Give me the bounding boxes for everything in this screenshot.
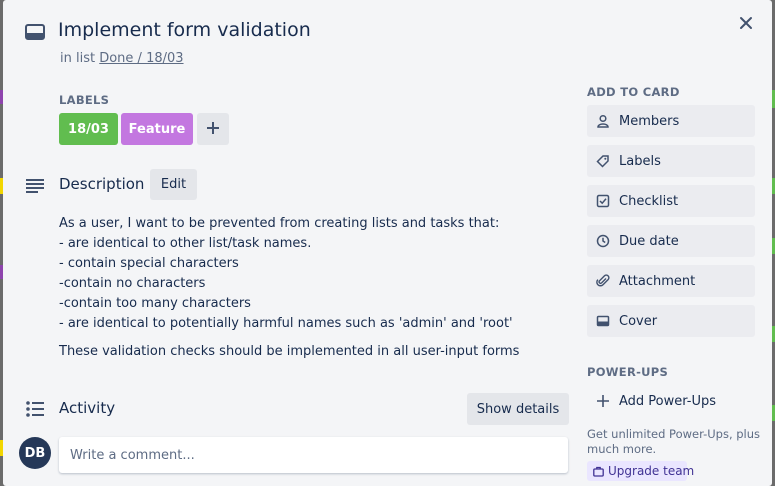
- add-power-ups-button[interactable]: Add Power-Ups: [587, 385, 755, 417]
- power-ups-note: Get unlimited Power-Ups, plus much more.: [587, 427, 761, 456]
- cover-button[interactable]: Cover: [587, 305, 755, 337]
- power-ups-heading: POWER-UPS: [587, 365, 669, 379]
- add-label-button[interactable]: [197, 113, 229, 145]
- description-line: -contain too many characters: [59, 296, 251, 311]
- description-line: -contain no characters: [59, 276, 206, 291]
- attachment-button[interactable]: Attachment: [587, 265, 755, 297]
- description-closing: These validation checks should be implem…: [59, 344, 520, 359]
- close-button[interactable]: [733, 12, 759, 38]
- activity-icon: [24, 398, 46, 420]
- list-prefix: in list: [60, 51, 96, 66]
- upgrade-team-label: Upgrade team: [608, 464, 695, 478]
- members-label: Members: [619, 113, 680, 129]
- attachment-label: Attachment: [619, 273, 696, 289]
- checklist-icon: [596, 194, 610, 208]
- labels-heading: LABELS: [59, 93, 110, 107]
- description-line: - contain special characters: [59, 256, 239, 271]
- members-button[interactable]: Members: [587, 105, 755, 137]
- add-power-ups-label: Add Power-Ups: [619, 393, 717, 409]
- due-date-label: Due date: [619, 233, 679, 249]
- description-body[interactable]: As a user, I want to be prevented from c…: [59, 214, 559, 362]
- description-line: - are identical to potentially harmful n…: [59, 316, 513, 331]
- clock-icon: [596, 234, 610, 248]
- avatar[interactable]: DB: [19, 437, 51, 469]
- show-details-button[interactable]: Show details: [467, 393, 569, 425]
- plus-icon: [206, 120, 220, 139]
- checklist-label: Checklist: [619, 193, 679, 209]
- checklist-button[interactable]: Checklist: [587, 185, 755, 217]
- activity-heading: Activity: [59, 399, 116, 417]
- description-heading: Description: [59, 175, 145, 193]
- add-to-card-heading: ADD TO CARD: [587, 85, 680, 99]
- cover-label: Cover: [619, 313, 658, 329]
- due-date-button[interactable]: Due date: [587, 225, 755, 257]
- edit-description-button[interactable]: Edit: [150, 169, 197, 200]
- labels-button[interactable]: Labels: [587, 145, 755, 177]
- labels-label: Labels: [619, 153, 661, 169]
- list-link[interactable]: Done / 18/03: [99, 51, 183, 66]
- description-line: - are identical to other list/task names…: [59, 236, 312, 251]
- close-icon: [738, 15, 754, 35]
- paperclip-icon: [596, 274, 610, 288]
- description-line: As a user, I want to be prevented from c…: [59, 216, 500, 231]
- cover-icon: [596, 314, 610, 328]
- plus-icon: [596, 394, 610, 408]
- label-chip[interactable]: 18/03: [59, 113, 118, 145]
- list-reference: in list Done / 18/03: [60, 51, 184, 66]
- label-chip[interactable]: Feature: [121, 113, 193, 145]
- comment-input[interactable]: [59, 437, 568, 473]
- card-detail-modal: Implement form validation in list Done /…: [3, 0, 772, 486]
- description-icon: [24, 175, 46, 197]
- briefcase-icon: [593, 466, 604, 477]
- card-icon: [24, 21, 46, 43]
- upgrade-team-button[interactable]: Upgrade team: [587, 461, 694, 481]
- card-title[interactable]: Implement form validation: [58, 19, 311, 41]
- tag-icon: [596, 154, 610, 168]
- person-icon: [596, 114, 610, 128]
